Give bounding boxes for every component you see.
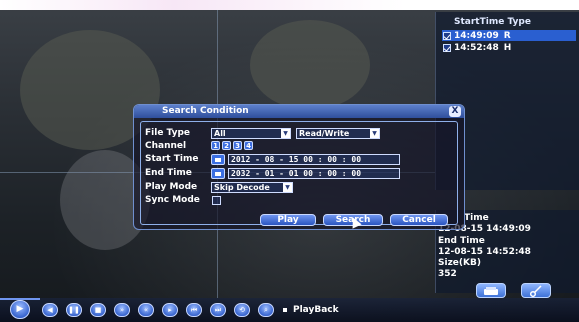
clip-button[interactable] bbox=[521, 283, 551, 298]
dialog-title: Search Condition bbox=[162, 106, 249, 116]
search-condition-dialog: Search Condition X File Type All ▼ Read/… bbox=[133, 104, 465, 230]
next-file-icon[interactable]: ⏭ bbox=[210, 303, 226, 317]
info-size-label: Size(KB) bbox=[438, 258, 481, 268]
file-type-label: File Type bbox=[145, 128, 191, 138]
dialog-body: File Type All ▼ Read/Write ▼ Channel 1 2… bbox=[140, 121, 458, 225]
play-icon[interactable]: ▶ bbox=[10, 300, 30, 319]
start-time-field[interactable]: 2012 - 08 - 15 00 : 00 : 00 bbox=[228, 154, 400, 165]
row-type: H bbox=[503, 42, 512, 53]
channel-3-checkbox[interactable]: 3 bbox=[233, 141, 242, 150]
chevron-down-icon: ▼ bbox=[283, 183, 292, 192]
play-mode-label: Play Mode bbox=[145, 182, 198, 192]
file-list-row[interactable]: 14:52:48 H bbox=[442, 42, 576, 53]
cancel-button[interactable]: Cancel bbox=[390, 214, 448, 226]
info-end-value: 12-08-15 14:52:48 bbox=[438, 247, 531, 257]
backup-button[interactable] bbox=[476, 283, 506, 298]
end-time-label: End Time bbox=[145, 168, 192, 178]
playback-toolbar: ▶ ◀ ❚❚ ■ » « ▸ ⏮ ⏭ ⟲ ⌕ PlayBack bbox=[0, 298, 579, 322]
sync-mode-label: Sync Mode bbox=[145, 195, 200, 205]
row-start-time: 14:52:48 bbox=[454, 42, 499, 53]
status-indicator bbox=[283, 308, 287, 312]
sync-mode-checkbox[interactable] bbox=[212, 196, 221, 205]
end-time-field[interactable]: 2032 - 01 - 01 00 : 00 : 00 bbox=[228, 168, 400, 179]
background-tree bbox=[250, 20, 370, 110]
calendar-icon[interactable] bbox=[211, 154, 225, 165]
reverse-play-icon[interactable]: ◀ bbox=[42, 303, 58, 317]
info-end-label: End Time bbox=[438, 236, 485, 246]
calendar-icon[interactable] bbox=[211, 168, 225, 179]
fast-forward-icon[interactable]: » bbox=[114, 303, 130, 317]
next-frame-icon[interactable]: ▸ bbox=[162, 303, 178, 317]
previous-file-icon[interactable]: ⏮ bbox=[186, 303, 202, 317]
play-mode-select[interactable]: Skip Decode ▼ bbox=[211, 182, 293, 193]
row-start-time: 14:49:09 bbox=[454, 30, 499, 41]
playback-label: PlayBack bbox=[293, 305, 339, 315]
info-start-label: Time bbox=[464, 213, 489, 223]
file-list-row[interactable]: 14:49:09 R bbox=[442, 30, 576, 41]
screen-glare bbox=[0, 0, 579, 10]
drive-icon bbox=[484, 286, 498, 295]
loop-icon[interactable]: ⟲ bbox=[234, 303, 250, 317]
file-type-value: All bbox=[214, 129, 226, 138]
channel-label: Channel bbox=[145, 141, 187, 151]
channel-checkboxes: 1 2 3 4 bbox=[211, 141, 261, 151]
play-mode-value: Skip Decode bbox=[214, 183, 270, 192]
row-checkbox[interactable] bbox=[443, 43, 451, 52]
file-list-header: StartTime Type bbox=[454, 17, 531, 27]
scissors-icon bbox=[529, 284, 542, 297]
search-icon[interactable]: ⌕ bbox=[258, 303, 274, 317]
file-type-select[interactable]: All ▼ bbox=[211, 128, 291, 139]
start-time-label: Start Time bbox=[145, 154, 199, 164]
chevron-down-icon: ▼ bbox=[281, 129, 290, 138]
stop-icon[interactable]: ■ bbox=[90, 303, 106, 317]
read-write-value: Read/Write bbox=[299, 129, 350, 138]
read-write-select[interactable]: Read/Write ▼ bbox=[296, 128, 380, 139]
channel-2-checkbox[interactable]: 2 bbox=[222, 141, 231, 150]
channel-4-checkbox[interactable]: 4 bbox=[244, 141, 253, 150]
row-checkbox[interactable] bbox=[443, 31, 451, 40]
channel-1-checkbox[interactable]: 1 bbox=[211, 141, 220, 150]
row-type: R bbox=[503, 30, 511, 41]
play-button[interactable]: Play bbox=[260, 214, 316, 226]
pause-icon[interactable]: ❚❚ bbox=[66, 303, 82, 317]
slow-play-icon[interactable]: « bbox=[138, 303, 154, 317]
dialog-titlebar: Search Condition X bbox=[134, 105, 464, 118]
chevron-down-icon: ▼ bbox=[370, 129, 379, 138]
close-icon[interactable]: X bbox=[449, 106, 461, 117]
info-size-value: 352 bbox=[438, 269, 457, 279]
